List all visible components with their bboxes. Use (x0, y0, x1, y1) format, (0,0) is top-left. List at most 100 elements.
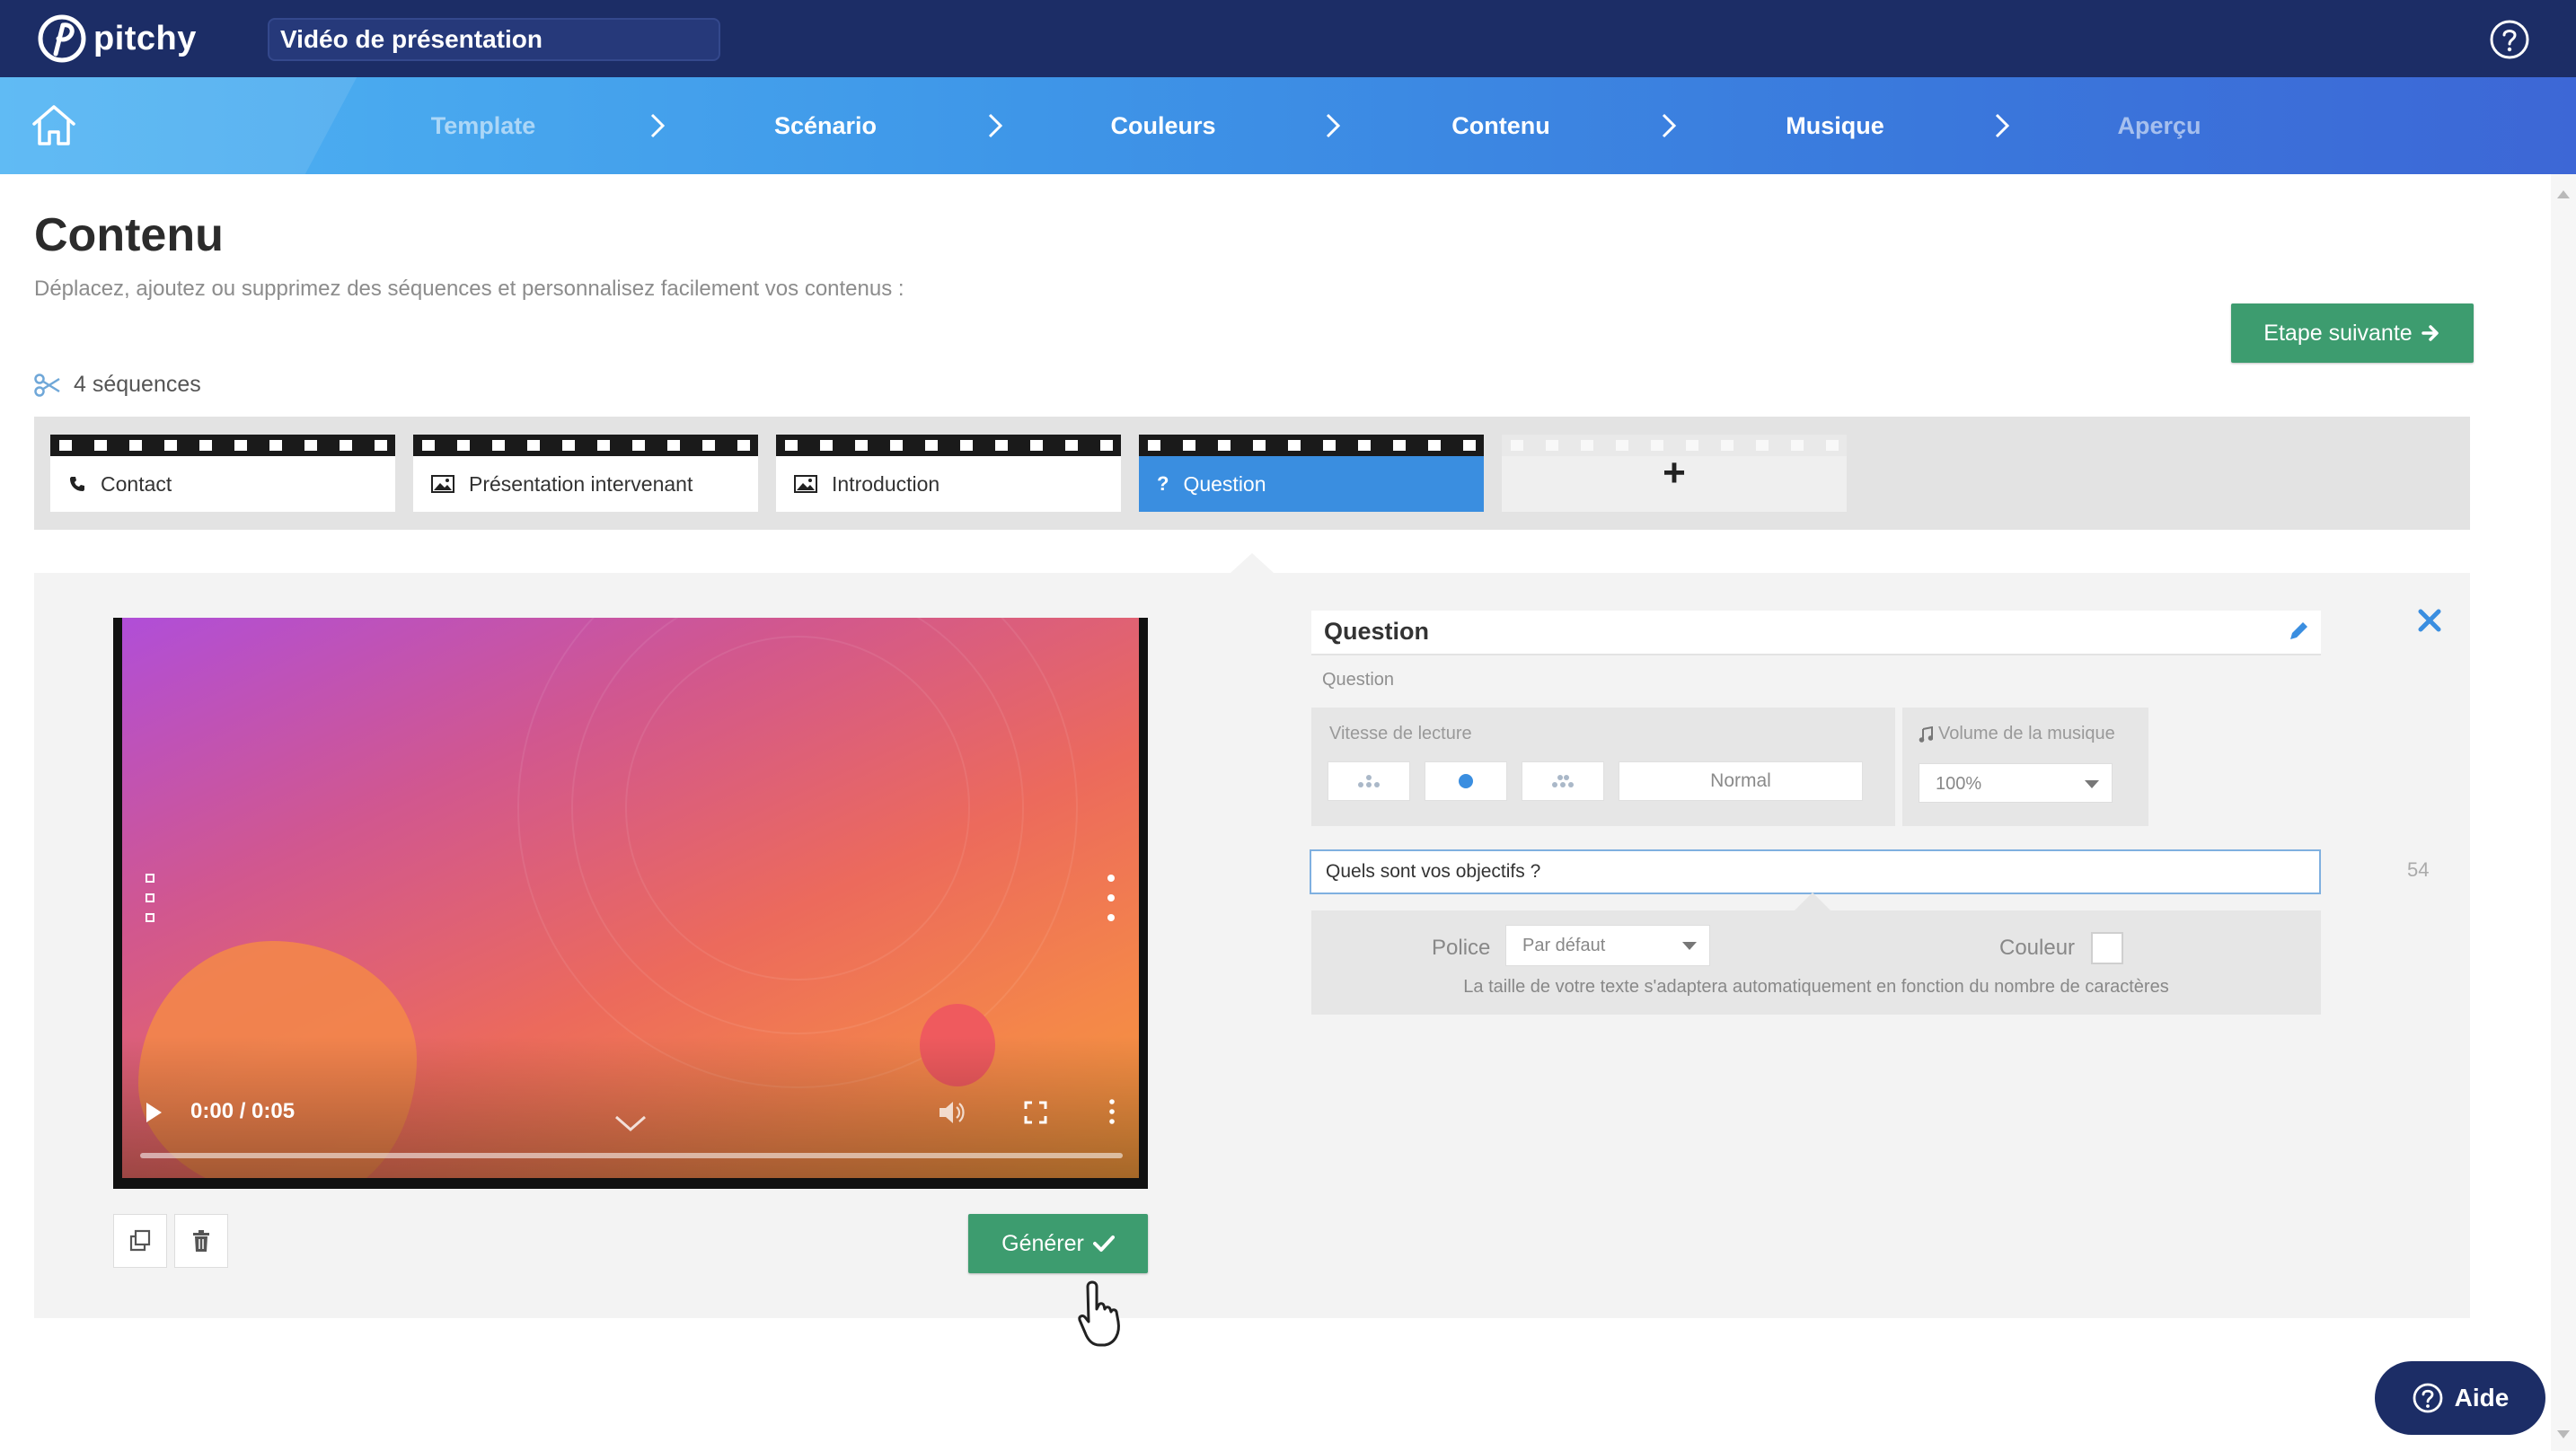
music-volume-label: Volume de la musique (1919, 724, 2115, 744)
music-volume-text: Volume de la musique (1938, 724, 2115, 743)
sequence-card-question[interactable]: ? Question (1139, 435, 1484, 512)
dropdown-caret-icon (2085, 780, 2099, 788)
speed-fast-button[interactable] (1522, 761, 1604, 801)
police-select[interactable]: Par défaut (1505, 925, 1710, 966)
page-scrollbar[interactable] (2551, 174, 2576, 1451)
sequence-label: Contact (101, 471, 172, 496)
duplicate-button[interactable] (113, 1214, 167, 1268)
couleur-label: Couleur (1999, 936, 2076, 960)
chevron-right-icon (1326, 113, 1341, 138)
sequence-label: Présentation intervenant (469, 471, 693, 496)
generate-label: Générer (1001, 1230, 1084, 1256)
plus-icon: + (1663, 451, 1686, 495)
film-strip (1139, 435, 1484, 456)
sequence-card-introduction[interactable]: Introduction (776, 435, 1121, 512)
active-sequence-pointer (1231, 553, 1274, 573)
step-apercu[interactable]: Aperçu (2117, 77, 2201, 174)
top-bar: pitchy Vidéo de présentation (0, 0, 2576, 77)
next-step-button[interactable]: Etape suivante (2231, 303, 2474, 363)
help-circle-icon[interactable] (2488, 18, 2531, 61)
chevron-right-icon (1662, 113, 1677, 138)
sequence-label: Question (1183, 471, 1266, 496)
font-size-hint: La taille de votre texte s'adaptera auto… (1463, 977, 2169, 997)
page-subtitle: Déplacez, ajoutez ou supprimez des séque… (34, 277, 904, 301)
step-template[interactable]: Template (431, 77, 536, 174)
chevron-right-icon (650, 113, 666, 138)
sequence-card-presentation[interactable]: Présentation intervenant (413, 435, 758, 512)
video-progress-bar[interactable] (140, 1153, 1123, 1158)
film-strip (50, 435, 395, 456)
playback-speed-label: Vitesse de lecture (1329, 724, 1472, 743)
scroll-up-arrow-icon[interactable] (2557, 190, 2570, 198)
help-button[interactable]: Aide (2375, 1361, 2545, 1435)
duplicate-icon (129, 1229, 151, 1252)
question-icon: ? (1157, 472, 1169, 495)
sequence-subtitle: Question (1322, 670, 1395, 690)
speed-slow-button[interactable] (1328, 761, 1410, 801)
police-label: Police (1432, 936, 1491, 960)
chevron-right-icon (1995, 113, 2010, 138)
generate-button[interactable]: Générer (968, 1214, 1148, 1273)
volume-icon[interactable] (938, 1099, 966, 1126)
check-icon (1092, 1236, 1115, 1252)
add-sequence-button[interactable]: + (1502, 435, 1847, 512)
play-icon[interactable] (144, 1101, 163, 1124)
next-step-label: Etape suivante (2263, 320, 2413, 346)
sequence-card-contact[interactable]: Contact (50, 435, 395, 512)
sequence-count-label: 4 séquences (74, 372, 201, 397)
color-picker-swatch[interactable] (2091, 932, 2123, 964)
pencil-icon[interactable] (2287, 620, 2310, 643)
scissors-icon (34, 373, 60, 397)
slow-dots-icon (1358, 775, 1380, 787)
decorative-ring (517, 618, 1078, 1088)
image-icon (431, 475, 454, 493)
character-count: 54 (2407, 858, 2430, 881)
phone-icon (70, 477, 84, 491)
speed-value: Normal (1619, 761, 1863, 801)
step-scenario[interactable]: Scénario (774, 77, 877, 174)
arrow-right-icon (2421, 325, 2439, 341)
sequence-count: 4 séquences (34, 372, 201, 398)
help-label: Aide (2454, 1384, 2510, 1411)
sequence-title: Question (1324, 618, 1430, 645)
normal-dot-icon (1459, 774, 1473, 788)
delete-button[interactable] (174, 1214, 228, 1268)
sequence-label: Introduction (832, 471, 940, 496)
video-time: 0:00 / 0:05 (190, 1099, 296, 1123)
dropdown-caret-icon (1682, 942, 1697, 950)
playback-speed-group: Vitesse de lecture Normal (1311, 708, 1895, 826)
film-strip (413, 435, 758, 456)
chevron-right-icon (988, 113, 1003, 138)
music-volume-value: 100% (1936, 774, 1982, 794)
home-icon[interactable] (31, 102, 77, 147)
step-musique[interactable]: Musique (1786, 77, 1884, 174)
image-icon (794, 475, 817, 493)
pitchy-logo[interactable]: pitchy (36, 13, 197, 65)
sequence-strip: Contact Présentation intervenant Introdu… (34, 417, 2470, 530)
step-contenu[interactable]: Contenu (1451, 77, 1549, 174)
video-preview[interactable]: 0:00 / 0:05 (122, 618, 1139, 1189)
logo-text: pitchy (93, 19, 197, 57)
question-text-input[interactable] (1310, 849, 2321, 894)
drag-handle-left-icon[interactable] (142, 871, 158, 927)
sequence-title-field[interactable]: Question (1311, 611, 2321, 655)
music-volume-group: Volume de la musique 100% (1902, 708, 2148, 826)
hand-cursor-icon (1078, 1280, 1120, 1347)
fullscreen-icon[interactable] (1024, 1101, 1047, 1124)
font-settings-group: Police Par défaut Couleur La taille de v… (1311, 910, 2321, 1015)
speed-normal-button[interactable] (1425, 761, 1507, 801)
music-volume-select[interactable]: 100% (1919, 763, 2113, 803)
step-navigation: Template Scénario Couleurs Contenu Musiq… (0, 77, 2576, 174)
scroll-down-arrow-icon[interactable] (2557, 1430, 2570, 1438)
page-title: Contenu (34, 209, 224, 261)
chevron-down-icon[interactable] (613, 1113, 648, 1133)
police-value: Par défaut (1522, 936, 1606, 955)
more-vertical-icon[interactable] (1103, 871, 1119, 927)
project-title-field[interactable]: Vidéo de présentation (268, 18, 720, 61)
film-strip (776, 435, 1121, 456)
fast-dots-icon (1552, 775, 1574, 787)
step-couleurs[interactable]: Couleurs (1110, 77, 1215, 174)
help-circle-icon (2413, 1383, 2443, 1413)
player-menu-icon[interactable] (1107, 1097, 1117, 1126)
close-icon[interactable] (2414, 605, 2445, 636)
